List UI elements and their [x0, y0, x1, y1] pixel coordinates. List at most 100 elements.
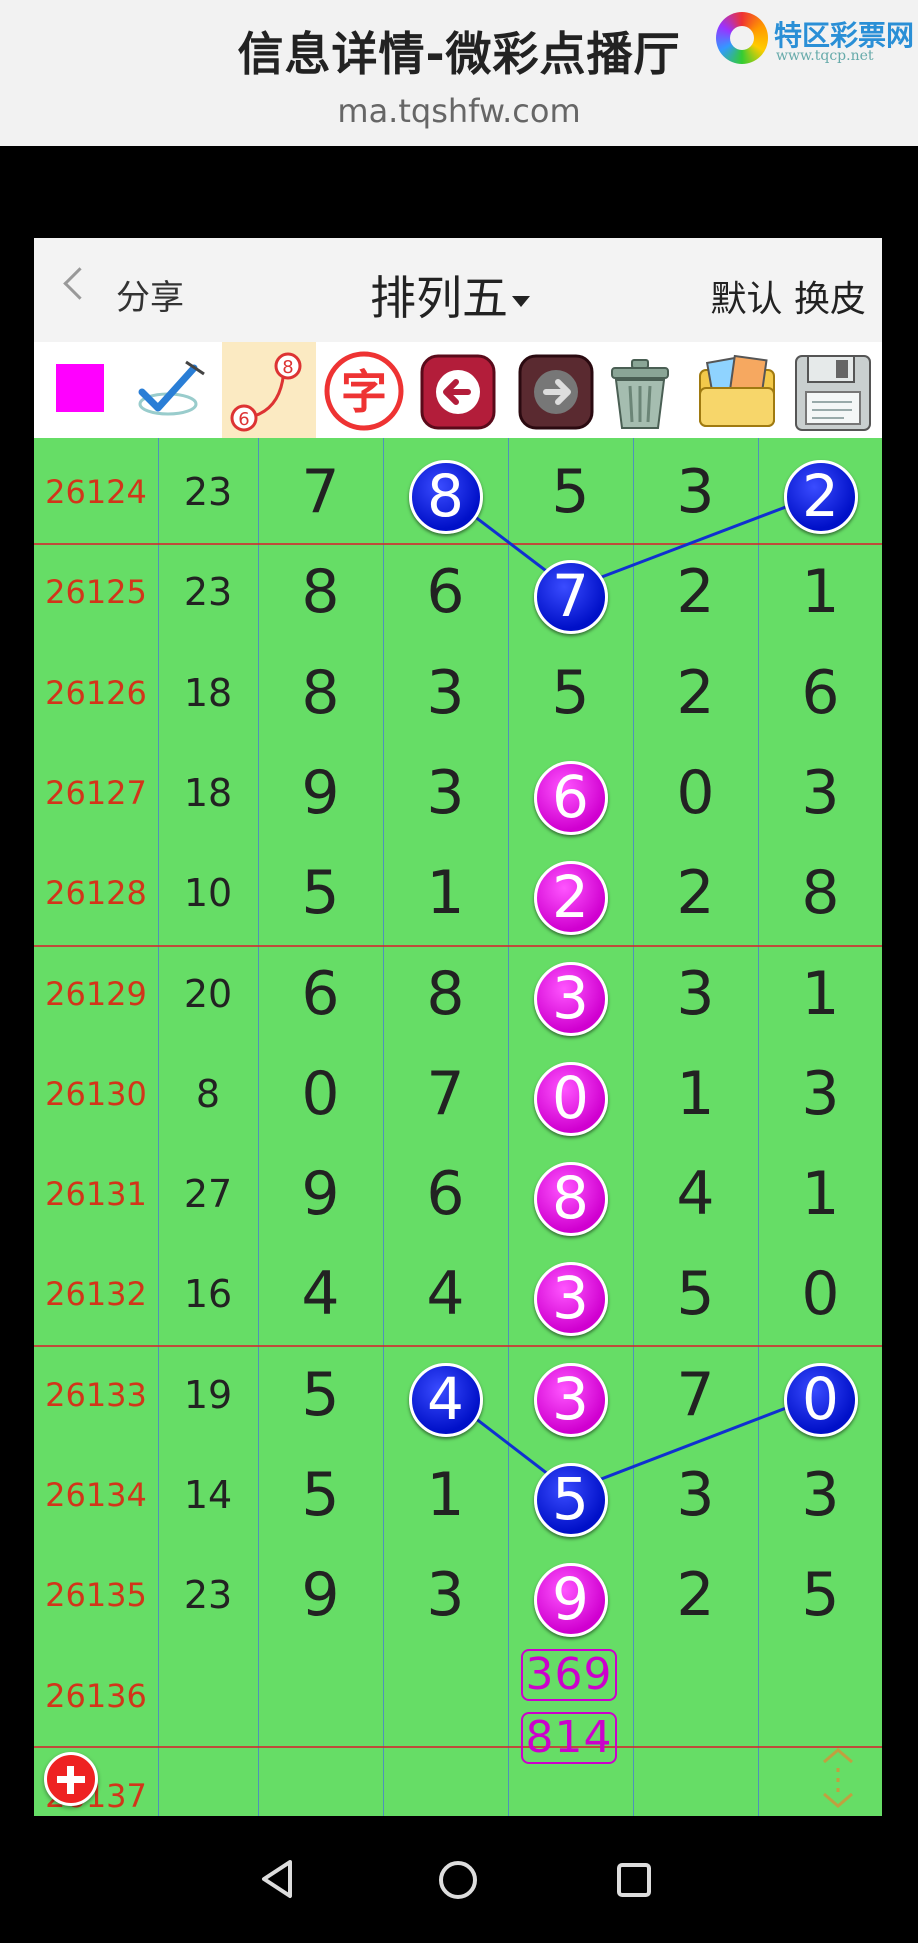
digit-cell[interactable]: 4	[633, 1144, 758, 1244]
digit-cell[interactable]: 5	[258, 1345, 383, 1445]
prediction-box[interactable]: 369	[521, 1649, 617, 1701]
issue-number: 26128	[45, 874, 147, 913]
digit-cell[interactable]: 2	[633, 542, 758, 642]
digit-cell[interactable]	[258, 1646, 383, 1746]
digit-cell[interactable]: 5	[758, 1545, 882, 1645]
digit-cell[interactable]: 1	[383, 1445, 508, 1545]
blue-ball: 5	[533, 1463, 608, 1537]
digit-cell[interactable]: 3	[758, 1445, 882, 1545]
issue-number: 26135	[45, 1576, 147, 1615]
table-row: 26135 23 9 3 9 2 5	[34, 1545, 882, 1645]
digit-cell[interactable]: 0	[633, 743, 758, 843]
digit-cell[interactable]: 4	[383, 1244, 508, 1344]
nav-back-icon[interactable]	[258, 1858, 298, 1900]
table-row: 26134 14 5 1 5 3 3	[34, 1445, 882, 1545]
digit-sum: 19	[183, 1372, 233, 1417]
issue-number: 26127	[45, 773, 147, 812]
digit-cell[interactable]: 6	[383, 1144, 508, 1244]
prediction-box[interactable]: 814	[521, 1712, 617, 1764]
digit-cell[interactable]: 1	[758, 1144, 882, 1244]
digit-cell[interactable]: 3	[758, 1044, 882, 1144]
digit-cell[interactable]: 3	[508, 1345, 633, 1445]
digit-cell[interactable]: 3	[758, 743, 882, 843]
table-row: 26129 20 6 8 3 3 1	[34, 944, 882, 1044]
digit-cell[interactable]: 3	[508, 1244, 633, 1344]
digit-cell[interactable]: 8	[508, 1144, 633, 1244]
page-banner: 信息详情-微彩点播厅 ma.tqshfw.com 特区彩票网 www.tqcp.…	[0, 0, 918, 146]
digit-cell[interactable]: 1	[758, 944, 882, 1044]
digit-cell[interactable]: 8	[383, 944, 508, 1044]
issue-number: 26132	[45, 1275, 147, 1314]
blue-ball: 4	[408, 1362, 483, 1437]
system-nav-bar	[0, 1816, 918, 1943]
site-logo: 特区彩票网 www.tqcp.net	[716, 10, 916, 70]
issue-number: 26124	[45, 473, 147, 511]
issue-number: 26130	[45, 1074, 147, 1113]
digit-cell[interactable]: 3	[383, 643, 508, 743]
digit-cell[interactable]: 4	[383, 1345, 508, 1445]
digit-cell[interactable]: 7	[633, 1345, 758, 1445]
digit-cell[interactable]: 3	[383, 743, 508, 843]
digit-cell[interactable]: 2	[633, 843, 758, 943]
digit-cell[interactable]: 2	[633, 643, 758, 743]
digit-sum	[158, 1746, 258, 1816]
table-row: 26130 8 0 7 0 1 3	[34, 1044, 882, 1144]
nav-home-icon[interactable]	[436, 1858, 480, 1902]
digit-cell[interactable]: 6	[258, 944, 383, 1044]
digit-cell[interactable]: 1	[383, 843, 508, 943]
digit-cell[interactable]: 3	[633, 944, 758, 1044]
issue-number: 26133	[45, 1375, 147, 1414]
digit-cell[interactable]: 7	[258, 442, 383, 542]
digit-cell[interactable]: 6	[508, 743, 633, 843]
table-row: 26128 10 5 1 2 2 8	[34, 843, 882, 943]
blue-ball: 8	[408, 460, 483, 534]
digit-cell[interactable]: 5	[508, 643, 633, 743]
digit-cell[interactable]: 1	[758, 542, 882, 642]
digit-cell[interactable]: 1	[633, 1044, 758, 1144]
digit-cell[interactable]: 8	[758, 843, 882, 943]
scroll-handle-icon[interactable]	[818, 1748, 858, 1808]
digit-cell[interactable]: 5	[258, 1445, 383, 1545]
blue-ball: 2	[783, 460, 858, 534]
digit-cell[interactable]: 8	[258, 542, 383, 642]
digit-cell[interactable]: 9	[258, 1144, 383, 1244]
digit-cell[interactable]: 8	[383, 442, 508, 542]
digit-cell[interactable]: 3	[508, 944, 633, 1044]
digit-cell[interactable]	[633, 1746, 758, 1816]
digit-cell[interactable]: 7	[383, 1044, 508, 1144]
digit-cell[interactable]: 6	[758, 643, 882, 743]
digit-cell[interactable]: 9	[258, 743, 383, 843]
blue-ball: 7	[533, 560, 608, 635]
digit-cell[interactable]: 9	[258, 1545, 383, 1645]
table-row: 26136	[34, 1646, 882, 1746]
digit-cell[interactable]: 6	[383, 542, 508, 642]
digit-cell[interactable]: 0	[508, 1044, 633, 1144]
blue-ball: 0	[783, 1362, 858, 1437]
digit-cell[interactable]: 0	[258, 1044, 383, 1144]
digit-cell[interactable]: 3	[383, 1545, 508, 1645]
digit-cell[interactable]: 8	[258, 643, 383, 743]
digit-cell[interactable]: 2	[758, 442, 882, 542]
digit-cell[interactable]	[383, 1746, 508, 1816]
digit-cell[interactable]: 5	[633, 1244, 758, 1344]
digit-cell[interactable]	[758, 1646, 882, 1746]
digit-cell[interactable]: 5	[258, 843, 383, 943]
digit-cell[interactable]: 0	[758, 1244, 882, 1344]
digit-cell[interactable]: 9	[508, 1545, 633, 1645]
digit-cell[interactable]: 5	[508, 1445, 633, 1545]
digit-cell[interactable]	[383, 1646, 508, 1746]
digit-cell[interactable]: 5	[508, 442, 633, 542]
digit-cell[interactable]: 7	[508, 542, 633, 642]
digit-cell[interactable]: 3	[633, 1445, 758, 1545]
digit-cell[interactable]: 3	[633, 442, 758, 542]
digit-cell[interactable]: 2	[508, 843, 633, 943]
nav-recents-icon[interactable]	[614, 1860, 654, 1900]
issue-number: 26126	[45, 673, 147, 712]
digit-cell[interactable]: 0	[758, 1345, 882, 1445]
add-button[interactable]	[44, 1752, 98, 1806]
digit-cell[interactable]: 2	[633, 1545, 758, 1645]
digit-cell[interactable]	[258, 1746, 383, 1816]
digit-cell[interactable]	[633, 1646, 758, 1746]
magenta-ball: 6	[533, 760, 608, 835]
digit-cell[interactable]: 4	[258, 1244, 383, 1344]
